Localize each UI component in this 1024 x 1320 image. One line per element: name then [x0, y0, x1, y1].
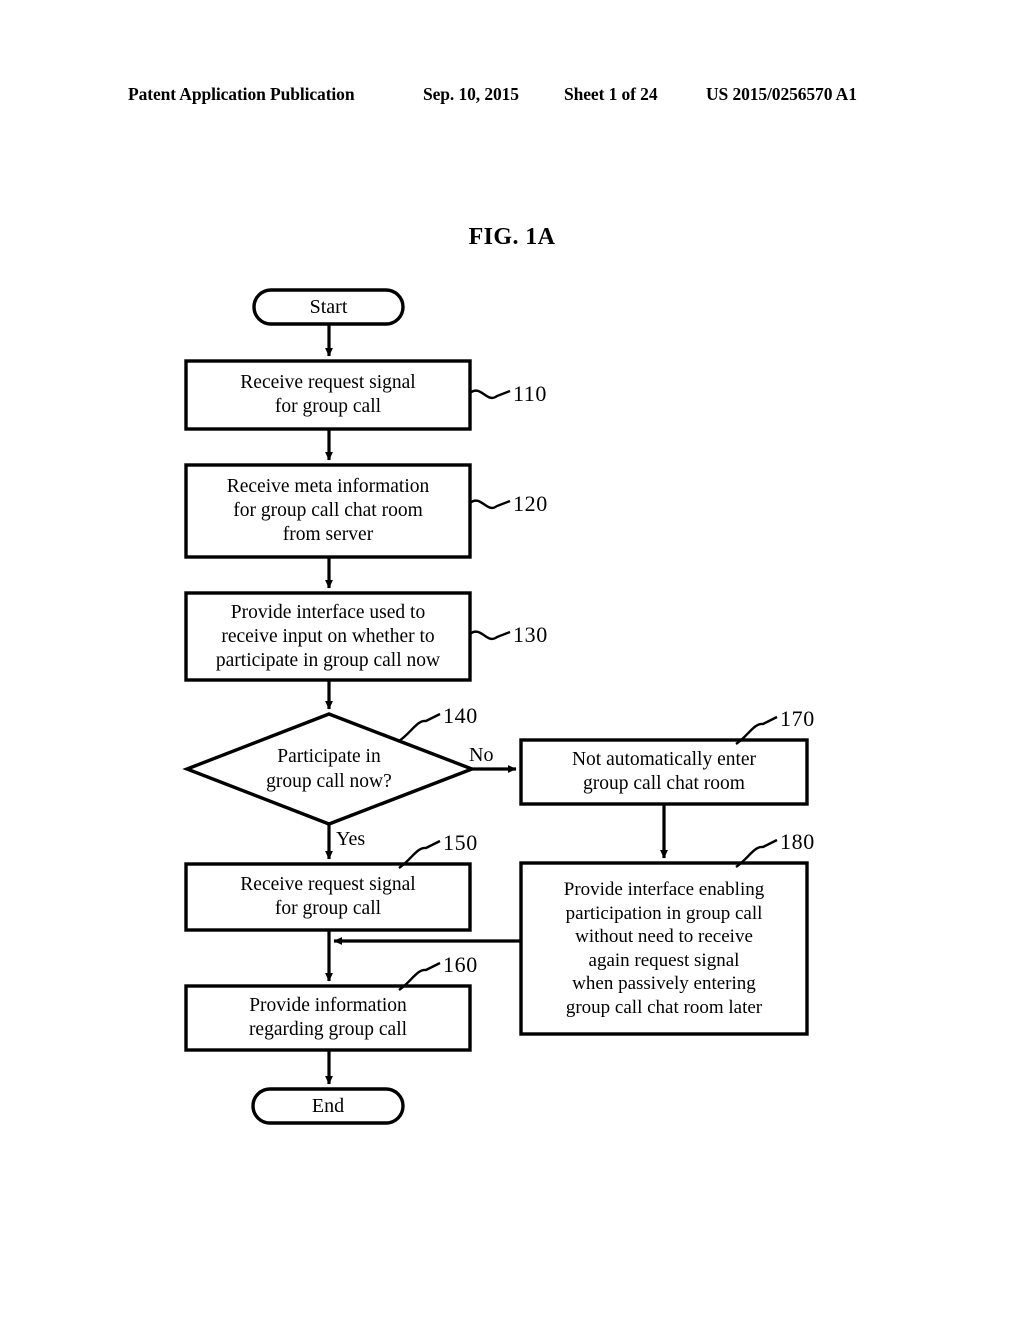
- node-step-170-label: Not automatically enter group call chat …: [571, 749, 757, 794]
- node-step-120: Receive meta information for group call …: [186, 465, 470, 557]
- leader-line-110: [469, 389, 511, 399]
- ref-number-180: 180: [780, 829, 815, 854]
- ref-number-170: 170: [780, 706, 815, 731]
- node-end-label: End: [311, 1095, 345, 1117]
- ref-number-110: 110: [513, 381, 547, 406]
- ref-number-160: 160: [443, 952, 478, 977]
- ref-number-130: 130: [513, 622, 548, 647]
- node-step-110-label: Receive request signal for group call: [240, 372, 416, 417]
- leader-line-130: [469, 630, 511, 640]
- node-step-150: Receive request signal for group call: [186, 864, 470, 930]
- node-step-140-label: Participate in group call now?: [266, 746, 392, 792]
- flowchart-diagram: Start Receive request signal for group c…: [0, 0, 1024, 1320]
- node-step-140: Participate in group call now?: [200, 737, 458, 801]
- branch-label-no: No: [469, 744, 494, 766]
- node-step-150-label: Receive request signal for group call: [240, 874, 416, 919]
- ref-number-140: 140: [443, 703, 478, 728]
- node-step-120-label: Receive meta information for group call …: [226, 476, 430, 545]
- ref-number-150: 150: [443, 830, 478, 855]
- node-end: End: [253, 1089, 403, 1123]
- node-start-label: Start: [309, 296, 348, 318]
- node-step-160-label: Provide information regarding group call: [248, 995, 408, 1040]
- node-step-130: Provide interface used to receive input …: [186, 593, 470, 680]
- flowchart-vector-layer: [182, 288, 809, 1125]
- node-step-170: Not automatically enter group call chat …: [521, 740, 807, 804]
- leader-line-120: [469, 499, 511, 509]
- ref-number-120: 120: [513, 491, 548, 516]
- node-step-180: Provide interface enabling participation…: [521, 863, 807, 1034]
- node-step-130-label: Provide interface used to receive input …: [215, 601, 441, 671]
- node-step-110: Receive request signal for group call: [186, 361, 470, 429]
- node-step-160: Provide information regarding group call: [186, 986, 470, 1050]
- node-start: Start: [254, 290, 403, 324]
- branch-label-yes: Yes: [336, 828, 366, 850]
- node-step-180-label: Provide interface enabling participation…: [563, 879, 765, 1018]
